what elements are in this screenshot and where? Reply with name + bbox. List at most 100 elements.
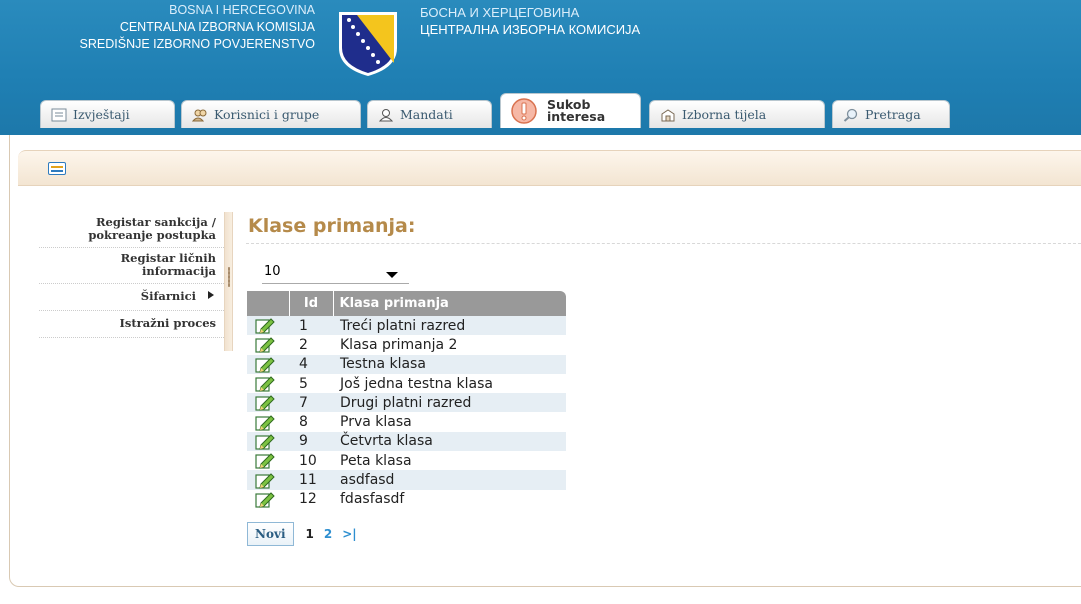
- new-button[interactable]: Novi: [247, 522, 294, 546]
- tab-pretraga[interactable]: Pretraga: [832, 100, 950, 128]
- edit-cell: [247, 470, 289, 490]
- edit-cell: [247, 335, 289, 355]
- org-name-cyrillic: БОСНА И ХЕРЦЕГОВИНА ЦЕНТРАЛНА ИЗБОРНА КО…: [420, 4, 640, 38]
- table-row: 5 Još jedna testna klasa: [247, 373, 566, 394]
- org-latin-line-2: CENTRALNA IZBORNA KOMISIJA: [119, 20, 315, 34]
- tab-label-line-2: interesa: [547, 109, 606, 124]
- table-row: 9 Četvrta klasa: [247, 431, 566, 452]
- klasa-primanja-cell: Prva klasa: [333, 412, 566, 432]
- table-row: 11 asdfasd: [247, 470, 566, 490]
- edit-pencil-icon[interactable]: [255, 433, 275, 450]
- id-cell: 2: [289, 335, 333, 355]
- edit-pencil-icon[interactable]: [255, 336, 275, 354]
- table-body: 1 Treći platni razred 2 Klasa primanja 2 4 Te…: [247, 316, 566, 509]
- site-header: BOSNA I HERCEGOVINA CENTRALNA IZBORNA KO…: [0, 0, 1081, 135]
- column-header-klasa-primanja[interactable]: Klasa primanja: [332, 291, 566, 316]
- tab-label-sukob: Sukob interesa: [547, 98, 606, 124]
- id-cell: 5: [289, 373, 333, 394]
- last-page-link[interactable]: >|: [342, 527, 356, 541]
- edit-cell: [247, 489, 289, 509]
- tab-izvjestaji[interactable]: Izvještaji: [40, 100, 175, 128]
- warning-icon: [511, 98, 537, 124]
- org-cyr-line-2: ЦЕНТРАЛНА ИЗБОРНА КОМИСИЈА: [420, 22, 641, 37]
- column-header-edit: [247, 291, 289, 316]
- table-row: 8 Prva klasa: [247, 412, 566, 432]
- submenu-arrow-icon: [208, 291, 214, 299]
- title-divider: [246, 243, 1081, 244]
- edit-cell: [247, 431, 289, 452]
- org-latin-line-3: SREDIŠNJE IZBORNO POVJERENSTVO: [79, 37, 315, 51]
- splitter-grip-icon: [228, 267, 230, 287]
- klasa-primanja-cell: Treći platni razred: [333, 316, 566, 336]
- report-icon: [51, 108, 67, 121]
- id-cell: 7: [289, 393, 333, 413]
- klasa-primanja-cell: Još jedna testna klasa: [333, 373, 566, 394]
- coat-of-arms-logo: [339, 12, 397, 76]
- tab-label: Izborna tijela: [682, 107, 767, 122]
- edit-cell: [247, 316, 289, 336]
- data-table: Id Klasa primanja 1 Treći platni razred 2 K…: [247, 291, 566, 509]
- id-cell: 8: [289, 412, 333, 432]
- page-size-value: 10: [264, 264, 281, 279]
- klasa-primanja-cell: Četvrta klasa: [333, 431, 566, 452]
- klasa-primanja-cell: Klasa primanja 2: [333, 335, 566, 355]
- table-row: 1 Treći platni razred: [247, 316, 566, 336]
- side-menu: Registar sankcija / pokreanje postupka R…: [39, 212, 224, 338]
- sidebar-item-label: Šifarnici: [140, 289, 196, 303]
- table-row: 2 Klasa primanja 2: [247, 335, 566, 355]
- tab-izborna-tijela[interactable]: Izborna tijela: [649, 100, 825, 128]
- column-header-id[interactable]: Id: [288, 291, 333, 316]
- sidebar-item-registar-licnih-informacija[interactable]: Registar ličnih informacija: [39, 248, 224, 284]
- search-icon: [843, 108, 858, 122]
- user-icon: [378, 108, 394, 121]
- table-row: 12 fdasfasdf: [247, 489, 566, 509]
- edit-pencil-icon[interactable]: [255, 452, 275, 469]
- edit-cell: [247, 412, 289, 432]
- edit-pencil-icon[interactable]: [255, 472, 275, 489]
- tab-label: Korisnici i grupe: [214, 107, 320, 122]
- users-icon: [192, 109, 207, 121]
- edit-pencil-icon[interactable]: [255, 375, 275, 392]
- page-link-2[interactable]: 2: [324, 527, 332, 541]
- sidebar-item-registar-sankcija[interactable]: Registar sankcija / pokreanje postupka: [39, 212, 224, 248]
- tab-label: Izvještaji: [73, 107, 130, 122]
- sidebar-item-istrazni-proces[interactable]: Istražni proces: [39, 311, 224, 338]
- sidebar-item-sifarnici[interactable]: Šifarnici: [39, 284, 224, 311]
- table-row: 10 Peta klasa: [247, 451, 566, 471]
- id-cell: 9: [289, 431, 333, 452]
- edit-cell: [247, 373, 289, 394]
- edit-pencil-icon[interactable]: [255, 394, 275, 412]
- sidebar-item-label: Registar ličnih informacija: [120, 251, 216, 278]
- page-size-select[interactable]: 10: [262, 264, 409, 284]
- page-current: 1: [305, 527, 314, 541]
- edit-pencil-icon[interactable]: [255, 317, 275, 334]
- org-name-latin: BOSNA I HERCEGOVINA CENTRALNA IZBORNA KO…: [80, 2, 315, 53]
- edit-cell: [247, 451, 289, 471]
- tab-korisnici-i-grupe[interactable]: Korisnici i grupe: [181, 100, 361, 128]
- org-cyr-line-1: БОСНА И ХЕРЦЕГОВИНА: [420, 5, 580, 20]
- pager: Novi 1 2 >|: [247, 522, 357, 546]
- id-cell: 4: [289, 354, 333, 374]
- edit-pencil-icon[interactable]: [255, 414, 275, 431]
- id-cell: 10: [289, 451, 333, 471]
- sidebar-item-label: Registar sankcija / pokreanje postupka: [88, 215, 216, 242]
- id-cell: 11: [289, 470, 333, 490]
- tab-label: Pretraga: [865, 107, 921, 122]
- klasa-primanja-cell: Drugi platni razred: [333, 393, 566, 413]
- edit-pencil-icon[interactable]: [255, 356, 275, 373]
- edit-cell: [247, 393, 289, 413]
- tab-sukob-interesa[interactable]: Sukob interesa: [500, 93, 641, 128]
- klasa-primanja-cell: fdasfasdf: [333, 489, 566, 509]
- klasa-primanja-cell: Testna klasa: [333, 354, 566, 374]
- page-title: Klase primanja:: [248, 215, 416, 237]
- chevron-down-icon: [386, 272, 398, 278]
- id-cell: 1: [289, 316, 333, 336]
- tab-mandati[interactable]: Mandati: [367, 100, 492, 128]
- table-header-row: Id Klasa primanja: [247, 291, 566, 316]
- tab-label: Mandati: [400, 107, 453, 122]
- table-row: 7 Drugi platni razred: [247, 393, 566, 413]
- list-view-icon[interactable]: [48, 162, 66, 175]
- toolbar: [18, 150, 1081, 186]
- edit-pencil-icon[interactable]: [255, 491, 275, 508]
- sidebar-splitter[interactable]: [224, 212, 233, 351]
